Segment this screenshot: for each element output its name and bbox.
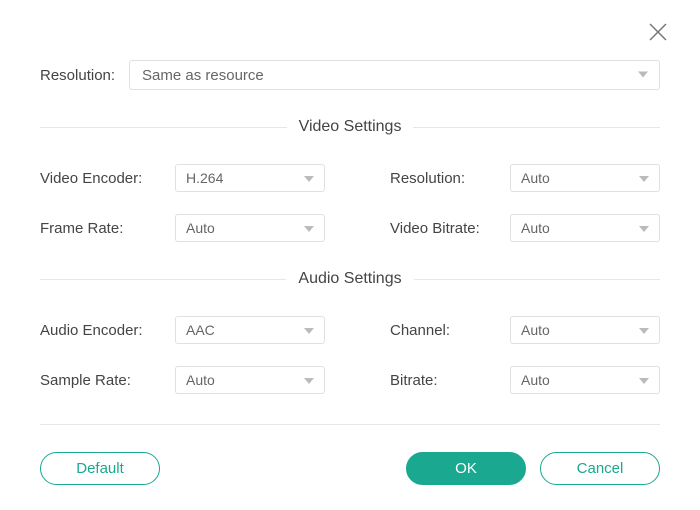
video-bitrate-value: Auto: [521, 220, 550, 236]
sample-rate-select[interactable]: Auto: [175, 366, 325, 394]
chevron-down-icon: [639, 322, 649, 338]
channel-label: Channel:: [390, 322, 510, 339]
default-button[interactable]: Default: [40, 452, 160, 485]
video-bitrate-label: Video Bitrate:: [390, 220, 510, 237]
chevron-down-icon: [639, 170, 649, 186]
audio-bitrate-select[interactable]: Auto: [510, 366, 660, 394]
cancel-button[interactable]: Cancel: [540, 452, 660, 485]
audio-bitrate-label: Bitrate:: [390, 372, 510, 389]
frame-rate-value: Auto: [186, 220, 215, 236]
chevron-down-icon: [304, 170, 314, 186]
video-settings-grid: Video Encoder: H.264 Resolution: Auto Fr…: [40, 164, 660, 242]
video-resolution-value: Auto: [521, 170, 550, 186]
channel-select[interactable]: Auto: [510, 316, 660, 344]
audio-bitrate-value: Auto: [521, 372, 550, 388]
chevron-down-icon: [639, 220, 649, 236]
video-encoder-value: H.264: [186, 170, 223, 186]
audio-section-title: Audio Settings: [298, 270, 401, 288]
divider: [413, 127, 660, 128]
divider: [40, 279, 286, 280]
video-encoder-label: Video Encoder:: [40, 170, 175, 187]
chevron-down-icon: [304, 322, 314, 338]
divider: [40, 424, 660, 425]
audio-encoder-select[interactable]: AAC: [175, 316, 325, 344]
chevron-down-icon: [637, 67, 649, 84]
top-resolution-label: Resolution:: [40, 67, 115, 84]
footer: Default OK Cancel: [40, 432, 660, 485]
top-resolution-value: Same as resource: [142, 67, 264, 84]
close-button[interactable]: [644, 18, 672, 46]
chevron-down-icon: [304, 372, 314, 388]
top-resolution-select[interactable]: Same as resource: [129, 60, 660, 90]
audio-section-header: Audio Settings: [40, 270, 660, 288]
ok-button[interactable]: OK: [406, 452, 526, 485]
close-icon: [647, 21, 669, 43]
audio-encoder-label: Audio Encoder:: [40, 322, 175, 339]
audio-settings-grid: Audio Encoder: AAC Channel: Auto Sample …: [40, 316, 660, 394]
frame-rate-select[interactable]: Auto: [175, 214, 325, 242]
divider: [40, 127, 287, 128]
sample-rate-value: Auto: [186, 372, 215, 388]
divider: [414, 279, 660, 280]
video-encoder-select[interactable]: H.264: [175, 164, 325, 192]
chevron-down-icon: [639, 372, 649, 388]
audio-encoder-value: AAC: [186, 322, 215, 338]
chevron-down-icon: [304, 220, 314, 236]
video-resolution-select[interactable]: Auto: [510, 164, 660, 192]
video-section-header: Video Settings: [40, 118, 660, 136]
sample-rate-label: Sample Rate:: [40, 372, 175, 389]
top-resolution-row: Resolution: Same as resource: [40, 60, 660, 90]
video-resolution-label: Resolution:: [390, 170, 510, 187]
video-bitrate-select[interactable]: Auto: [510, 214, 660, 242]
video-section-title: Video Settings: [299, 118, 402, 136]
channel-value: Auto: [521, 322, 550, 338]
frame-rate-label: Frame Rate:: [40, 220, 175, 237]
settings-dialog: Resolution: Same as resource Video Setti…: [0, 0, 700, 510]
